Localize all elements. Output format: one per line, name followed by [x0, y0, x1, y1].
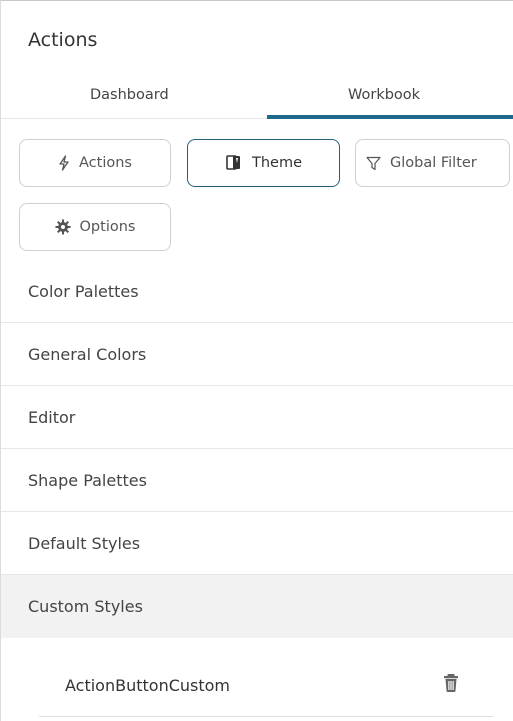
- trash-icon[interactable]: [442, 673, 460, 693]
- panel-title: Actions: [28, 29, 98, 51]
- actions-button[interactable]: Actions: [19, 139, 171, 187]
- theme-button[interactable]: Theme: [187, 139, 340, 187]
- section-default-styles[interactable]: Default Styles: [1, 512, 513, 575]
- lightning-icon: [58, 155, 70, 171]
- section-label: Color Palettes: [28, 282, 139, 301]
- custom-style-item[interactable]: ActionButtonCustom: [39, 655, 493, 717]
- global-filter-button-label: Global Filter: [390, 155, 477, 171]
- section-general-colors[interactable]: General Colors: [1, 323, 513, 386]
- theme-icon: [225, 154, 243, 172]
- actions-panel: Actions Dashboard Workbook Actions Theme: [0, 0, 513, 721]
- section-label: General Colors: [28, 345, 147, 364]
- custom-style-name: ActionButtonCustom: [65, 676, 230, 695]
- section-custom-styles[interactable]: Custom Styles: [1, 575, 513, 638]
- filter-icon: [366, 156, 381, 171]
- section-editor[interactable]: Editor: [1, 386, 513, 449]
- section-shape-palettes[interactable]: Shape Palettes: [1, 449, 513, 512]
- theme-button-label: Theme: [251, 155, 302, 171]
- section-label: Custom Styles: [28, 597, 143, 616]
- section-color-palettes[interactable]: Color Palettes: [1, 260, 513, 323]
- section-label: Shape Palettes: [28, 471, 147, 490]
- options-button[interactable]: Options: [19, 203, 171, 251]
- tab-dashboard[interactable]: Dashboard: [90, 86, 169, 104]
- actions-button-label: Actions: [79, 155, 132, 171]
- section-label: Editor: [28, 408, 76, 427]
- section-label: Default Styles: [28, 534, 141, 553]
- tab-workbook[interactable]: Workbook: [348, 86, 420, 104]
- options-button-label: Options: [79, 219, 136, 235]
- active-tab-indicator: [267, 115, 513, 119]
- global-filter-button[interactable]: Global Filter: [355, 139, 510, 187]
- gear-icon: [55, 219, 71, 235]
